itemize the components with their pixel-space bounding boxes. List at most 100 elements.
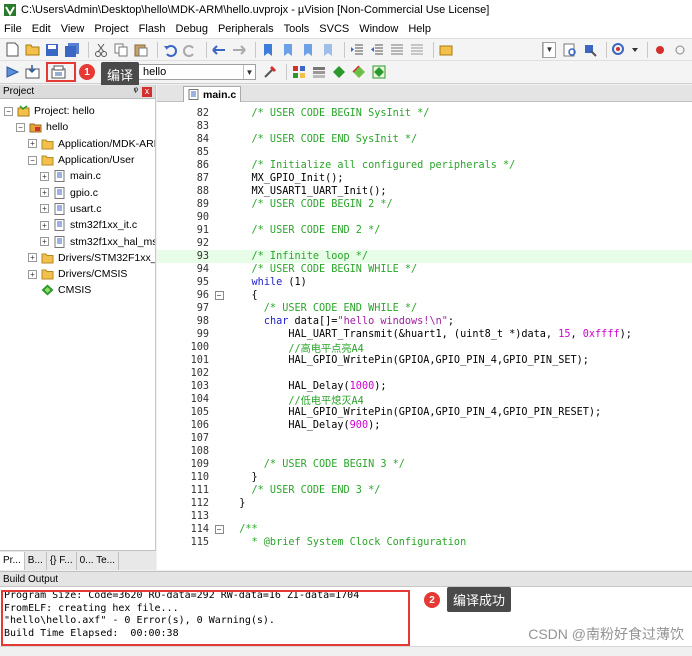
menu-view[interactable]: View <box>61 23 85 35</box>
target-options-icon[interactable] <box>262 64 278 80</box>
tree-item-cmsis[interactable]: CMSIS <box>0 282 155 298</box>
expand-icon[interactable]: + <box>28 269 37 279</box>
code-line[interactable]: 98 char data[]="hello windows!\n"; <box>157 315 692 328</box>
breakpoint-insert-icon[interactable] <box>652 42 668 58</box>
code-line[interactable]: 115 * @brief System Clock Configuration <box>157 536 692 549</box>
code-line[interactable]: 108 <box>157 445 692 458</box>
panel-tab-3[interactable]: 0... Te... <box>77 551 119 570</box>
bookmark-clear-icon[interactable] <box>320 42 336 58</box>
code-area[interactable]: 82 /* USER CODE BEGIN SysInit */83 84 /* … <box>157 107 692 570</box>
undo-icon[interactable] <box>162 42 178 58</box>
redo-icon[interactable] <box>182 42 198 58</box>
menu-flash[interactable]: Flash <box>139 23 166 35</box>
bookmark-next-icon[interactable] <box>300 42 316 58</box>
navigate-forward-icon[interactable] <box>231 42 247 58</box>
menu-help[interactable]: Help <box>408 23 431 35</box>
tree-item-project-hello[interactable]: − Project: hello <box>0 103 155 119</box>
copy-icon[interactable] <box>113 42 129 58</box>
run-time-environment-icon[interactable] <box>371 64 387 80</box>
cut-icon[interactable] <box>93 42 109 58</box>
editor-tab-main-c[interactable]: main.c <box>183 86 241 102</box>
tree-item-drivers-cmsis[interactable]: + Drivers/CMSIS <box>0 266 155 282</box>
expand-icon[interactable]: + <box>40 220 49 230</box>
code-line[interactable]: 112 } <box>157 497 692 510</box>
find-in-files-icon[interactable] <box>438 42 454 58</box>
code-line[interactable]: 105 HAL_GPIO_WritePin(GPIOA,GPIO_PIN_4,G… <box>157 406 692 419</box>
code-line[interactable]: 96− { <box>157 289 692 302</box>
code-line[interactable]: 90 <box>157 211 692 224</box>
menu-edit[interactable]: Edit <box>32 23 51 35</box>
code-line[interactable]: 102 <box>157 367 692 380</box>
code-line[interactable]: 104 //低电平熄灭A4 <box>157 393 692 407</box>
uncomment-icon[interactable] <box>409 42 425 58</box>
navigate-back-icon[interactable] <box>211 42 227 58</box>
panel-tab-1[interactable]: B... <box>25 551 47 570</box>
tree-item-application-user[interactable]: − Application/User <box>0 152 155 168</box>
code-line[interactable]: 95 while (1) <box>157 276 692 289</box>
expand-icon[interactable]: + <box>28 253 37 263</box>
manage-components-icon[interactable] <box>311 64 327 80</box>
tree-item-stm32f1xx-hal-msp-c[interactable]: + stm32f1xx_hal_msp.c <box>0 233 155 249</box>
code-line[interactable]: 101 HAL_GPIO_WritePin(GPIOA,GPIO_PIN_4,G… <box>157 354 692 367</box>
expand-icon[interactable]: + <box>40 188 49 198</box>
code-line[interactable]: 109 /* USER CODE BEGIN 3 */ <box>157 458 692 471</box>
translate-icon[interactable] <box>4 64 20 80</box>
code-line[interactable]: 91 /* USER CODE END 2 */ <box>157 224 692 237</box>
code-line[interactable]: 84 /* USER CODE END SysInit */ <box>157 133 692 146</box>
tree-item-stm32f1xx-it-c[interactable]: + stm32f1xx_it.c <box>0 217 155 233</box>
chevron-down-icon[interactable] <box>631 42 639 58</box>
collapse-icon[interactable]: − <box>16 122 25 132</box>
menu-peripherals[interactable]: Peripherals <box>218 23 274 35</box>
menu-project[interactable]: Project <box>94 23 128 35</box>
find-icon[interactable] <box>562 42 578 58</box>
expand-icon[interactable]: + <box>40 171 49 181</box>
target-select[interactable]: hello ▼ <box>138 64 256 80</box>
find-combo[interactable]: ▼ <box>542 41 556 58</box>
code-line[interactable]: 106 HAL_Delay(900); <box>157 419 692 432</box>
indent-icon[interactable] <box>349 42 365 58</box>
horizontal-scrollbar[interactable] <box>0 646 692 656</box>
select-software-packs-icon[interactable] <box>351 64 367 80</box>
incremental-find-icon[interactable] <box>582 42 598 58</box>
file-extensions-icon[interactable] <box>291 64 307 80</box>
code-line[interactable]: 85 <box>157 146 692 159</box>
code-line[interactable]: 82 /* USER CODE BEGIN SysInit */ <box>157 107 692 120</box>
build-icon[interactable] <box>24 64 40 80</box>
collapse-icon[interactable]: − <box>4 106 13 116</box>
menu-file[interactable]: File <box>4 23 22 35</box>
menu-window[interactable]: Window <box>359 23 398 35</box>
save-all-icon[interactable] <box>64 42 80 58</box>
debug-session-icon[interactable] <box>611 42 627 58</box>
code-line[interactable]: 83 <box>157 120 692 133</box>
paste-icon[interactable] <box>133 42 149 58</box>
new-file-icon[interactable] <box>4 42 20 58</box>
collapse-icon[interactable]: − <box>28 155 37 165</box>
code-line[interactable]: 100 //高电平点亮A4 <box>157 341 692 355</box>
pin-icon[interactable]: ᵠ <box>134 86 138 97</box>
expand-icon[interactable]: + <box>40 204 49 214</box>
pack-installer-icon[interactable] <box>331 64 347 80</box>
open-folder-icon[interactable] <box>24 42 40 58</box>
menu-svcs[interactable]: SVCS <box>319 23 349 35</box>
code-line[interactable]: 86 /* Initialize all configured peripher… <box>157 159 692 172</box>
breakpoint-disable-icon[interactable] <box>672 42 688 58</box>
bookmark-prev-icon[interactable] <box>280 42 296 58</box>
unindent-icon[interactable] <box>369 42 385 58</box>
code-line[interactable]: 92 <box>157 237 692 250</box>
panel-tab-2[interactable]: {} F... <box>47 551 77 570</box>
code-line[interactable]: 110 } <box>157 471 692 484</box>
code-line[interactable]: 87 MX_GPIO_Init(); <box>157 172 692 185</box>
code-line[interactable]: 114− /** <box>157 523 692 536</box>
code-line[interactable]: 94 /* USER CODE BEGIN WHILE */ <box>157 263 692 276</box>
menu-debug[interactable]: Debug <box>176 23 208 35</box>
comment-icon[interactable] <box>389 42 405 58</box>
code-line[interactable]: 97 /* USER CODE END WHILE */ <box>157 302 692 315</box>
code-line[interactable]: 107 <box>157 432 692 445</box>
expand-icon[interactable]: + <box>28 139 37 149</box>
tree-item-gpio-c[interactable]: + gpio.c <box>0 184 155 200</box>
bookmark-insert-icon[interactable] <box>260 42 276 58</box>
collapse-icon[interactable]: − <box>214 291 224 300</box>
save-icon[interactable] <box>44 42 60 58</box>
tree-item-usart-c[interactable]: + usart.c <box>0 201 155 217</box>
expand-icon[interactable]: + <box>40 237 49 247</box>
